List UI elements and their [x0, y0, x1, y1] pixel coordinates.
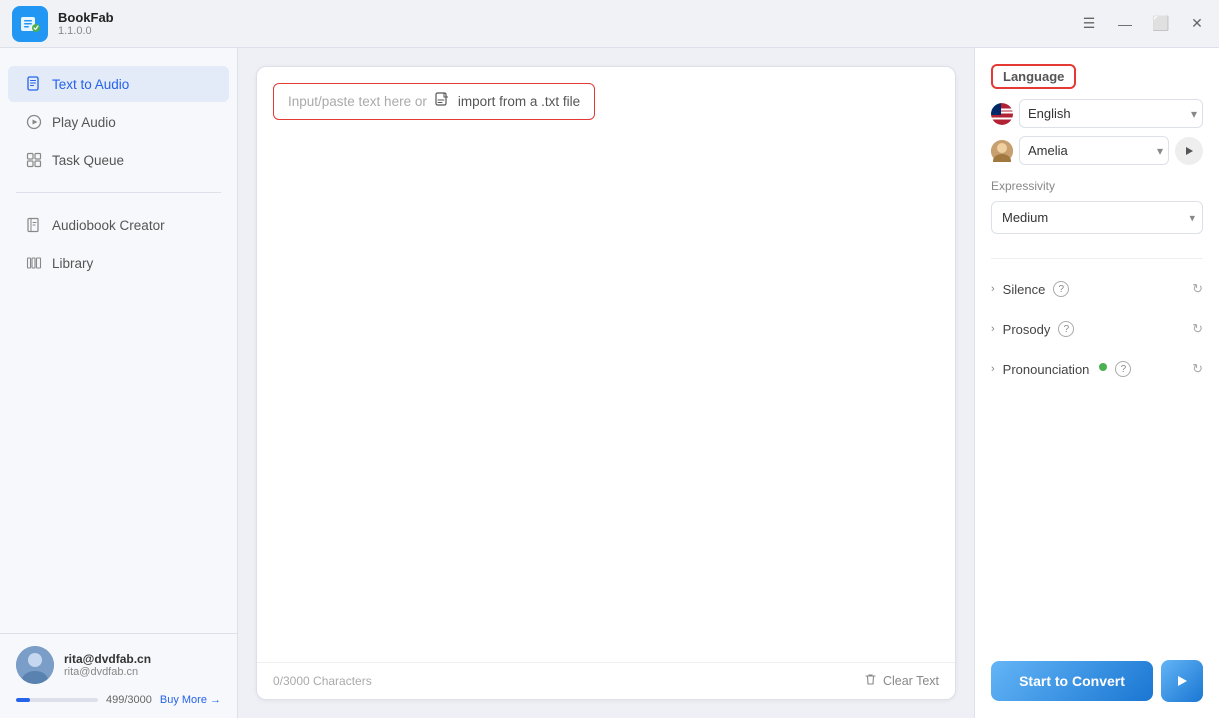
- prosody-section: › Prosody ? ↻: [991, 311, 1203, 347]
- language-select-row: English: [991, 99, 1203, 128]
- voice-select-row: Amelia: [991, 136, 1203, 165]
- language-label-text: Language: [991, 64, 1076, 89]
- expressivity-label: Expressivity: [991, 179, 1203, 193]
- prosody-section-left: › Prosody ?: [991, 321, 1074, 337]
- pronounciation-label: Pronounciation: [1003, 362, 1090, 377]
- buy-more-link[interactable]: Buy More →: [160, 694, 221, 706]
- pronounciation-help-icon[interactable]: ?: [1115, 361, 1131, 377]
- silence-section-header[interactable]: › Silence ? ↻: [991, 271, 1203, 307]
- silence-refresh-icon[interactable]: ↻: [1192, 281, 1203, 297]
- app-name: BookFab: [58, 10, 114, 25]
- sidebar-item-task-queue[interactable]: Task Queue: [8, 142, 229, 178]
- silence-help-icon[interactable]: ?: [1053, 281, 1069, 297]
- editor-footer: 0/3000 Characters Clear Text: [257, 662, 955, 699]
- start-convert-button[interactable]: Start to Convert: [991, 661, 1153, 701]
- sidebar-item-play-audio[interactable]: Play Audio: [8, 104, 229, 140]
- clear-text-label: Clear Text: [883, 674, 939, 688]
- sidebar-item-text-to-audio[interactable]: Text to Audio: [8, 66, 229, 102]
- voice-avatar: [991, 140, 1013, 162]
- silence-section-right: ↻: [1192, 281, 1203, 297]
- titlebar-controls: ☰ — ⬜ ✕: [1079, 14, 1207, 34]
- language-section-header: Language: [991, 64, 1203, 89]
- right-panel: Language English Am: [974, 48, 1219, 718]
- book-icon: [26, 217, 42, 233]
- pronounciation-section-left: › Pronounciation ?: [991, 361, 1131, 377]
- prosody-chevron-icon: ›: [991, 323, 995, 335]
- play-circle-icon: [26, 114, 42, 130]
- input-placeholder-text: Input/paste text here or: [288, 94, 427, 109]
- sidebar-label-audiobook-creator: Audiobook Creator: [52, 218, 165, 233]
- new-badge: [1099, 363, 1107, 371]
- prosody-section-right: ↻: [1192, 321, 1203, 337]
- prosody-help-icon[interactable]: ?: [1058, 321, 1074, 337]
- trash-icon: [864, 673, 877, 689]
- import-icon: [435, 92, 450, 111]
- text-input-hint[interactable]: Input/paste text here or import from a .…: [273, 83, 595, 120]
- app-name-block: BookFab 1.1.0.0: [58, 10, 114, 37]
- content-area: Input/paste text here or import from a .…: [238, 48, 974, 718]
- user-info: rita@dvdfab.cn rita@dvdfab.cn: [16, 646, 221, 684]
- app-logo: [12, 6, 48, 42]
- sidebar-item-audiobook-creator[interactable]: Audiobook Creator: [8, 207, 229, 243]
- sidebar: Text to Audio Play Audio: [0, 48, 238, 718]
- play-convert-button[interactable]: [1161, 660, 1203, 702]
- file-text-icon: [26, 76, 42, 92]
- usage-text: 499/3000: [106, 694, 152, 706]
- editor-container: Input/paste text here or import from a .…: [256, 66, 956, 700]
- language-select[interactable]: English: [1019, 99, 1203, 128]
- sidebar-label-task-queue: Task Queue: [52, 153, 124, 168]
- sidebar-label-library: Library: [52, 256, 93, 271]
- user-details: rita@dvdfab.cn rita@dvdfab.cn: [64, 652, 151, 678]
- menu-button[interactable]: ☰: [1079, 14, 1099, 34]
- silence-chevron-icon: ›: [991, 283, 995, 295]
- pronounciation-chevron-icon: ›: [991, 363, 995, 375]
- prosody-label: Prosody: [1003, 322, 1051, 337]
- pronounciation-section: › Pronounciation ? ↻: [991, 351, 1203, 387]
- silence-label: Silence: [1003, 282, 1046, 297]
- library-icon: [26, 255, 42, 271]
- panel-divider-1: [991, 258, 1203, 259]
- user-email: rita@dvdfab.cn: [64, 652, 151, 666]
- sidebar-label-play-audio: Play Audio: [52, 115, 116, 130]
- usage-bar-background: [16, 698, 98, 702]
- sidebar-secondary-section: Audiobook Creator Library: [0, 201, 237, 287]
- clear-text-button[interactable]: Clear Text: [864, 673, 939, 689]
- prosody-section-header[interactable]: › Prosody ? ↻: [991, 311, 1203, 347]
- titlebar-left: BookFab 1.1.0.0: [12, 6, 114, 42]
- pronounciation-refresh-icon[interactable]: ↻: [1192, 361, 1203, 377]
- main-area: Text to Audio Play Audio: [0, 48, 1219, 718]
- minimize-button[interactable]: —: [1115, 14, 1135, 34]
- prosody-refresh-icon[interactable]: ↻: [1192, 321, 1203, 337]
- titlebar: BookFab 1.1.0.0 ☰ — ⬜ ✕: [0, 0, 1219, 48]
- voice-preview-button[interactable]: [1175, 137, 1203, 165]
- sidebar-divider-1: [16, 192, 221, 193]
- language-select-wrapper: English: [1019, 99, 1203, 128]
- usage-bar-container: 499/3000 Buy More →: [16, 694, 221, 706]
- sidebar-item-library[interactable]: Library: [8, 245, 229, 281]
- import-link[interactable]: import from a .txt file: [458, 94, 580, 109]
- char-count: 0/3000 Characters: [273, 674, 372, 688]
- user-email-sub: rita@dvdfab.cn: [64, 666, 151, 678]
- maximize-button[interactable]: ⬜: [1151, 14, 1171, 34]
- usage-bar-fill: [16, 698, 30, 702]
- editor-body[interactable]: Input/paste text here or import from a .…: [257, 67, 955, 662]
- convert-footer: Start to Convert: [991, 644, 1203, 702]
- expressivity-select[interactable]: Medium Low High: [991, 201, 1203, 234]
- close-button[interactable]: ✕: [1187, 14, 1207, 34]
- voice-select[interactable]: Amelia: [1019, 136, 1169, 165]
- app-version: 1.1.0.0: [58, 25, 114, 37]
- grid-icon: [26, 152, 42, 168]
- silence-section: › Silence ? ↻: [991, 271, 1203, 307]
- pronounciation-section-right: ↻: [1192, 361, 1203, 377]
- sidebar-primary-section: Text to Audio Play Audio: [0, 60, 237, 184]
- user-avatar: [16, 646, 54, 684]
- silence-section-left: › Silence ?: [991, 281, 1069, 297]
- pronounciation-section-header[interactable]: › Pronounciation ? ↻: [991, 351, 1203, 387]
- voice-select-wrapper: Amelia: [1019, 136, 1169, 165]
- us-flag-icon: [991, 103, 1013, 125]
- expressivity-select-wrapper: Medium Low High: [991, 201, 1203, 234]
- sidebar-label-text-to-audio: Text to Audio: [52, 77, 129, 92]
- sidebar-footer: rita@dvdfab.cn rita@dvdfab.cn 499/3000 B…: [0, 633, 237, 718]
